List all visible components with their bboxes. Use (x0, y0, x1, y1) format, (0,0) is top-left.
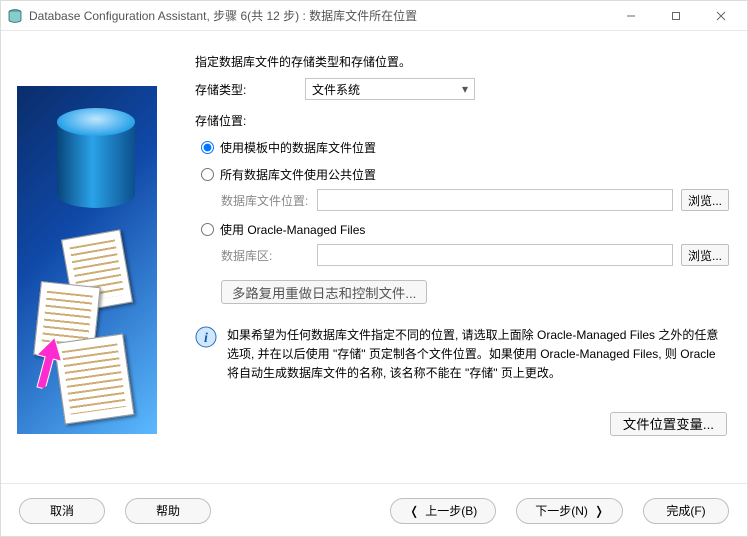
radio-omf-input[interactable] (201, 223, 214, 236)
next-button[interactable]: 下一步(N) ❭ (516, 498, 623, 524)
browse-db-area-button[interactable]: 浏览... (681, 244, 729, 266)
db-area-input (317, 244, 673, 266)
radio-use-template[interactable]: 使用模板中的数据库文件位置 (199, 139, 729, 156)
intro-text: 指定数据库文件的存储类型和存储位置。 (195, 53, 729, 70)
info-text: 如果希望为任何数据库文件指定不同的位置, 请选取上面除 Oracle-Manag… (227, 326, 729, 384)
wizard-footer: 取消 帮助 ❬ 上一步(B) 下一步(N) ❭ 完成(F) (1, 483, 747, 537)
radio-omf-label: 使用 Oracle-Managed Files (220, 221, 365, 238)
browse-db-file-location-button[interactable]: 浏览... (681, 189, 729, 211)
db-file-location-label: 数据库文件位置: (221, 192, 317, 209)
close-button[interactable] (698, 2, 743, 30)
help-button[interactable]: 帮助 (125, 498, 211, 524)
app-icon (7, 8, 23, 24)
minimize-button[interactable] (608, 2, 653, 30)
back-button[interactable]: ❬ 上一步(B) (390, 498, 496, 524)
radio-use-template-input[interactable] (201, 141, 214, 154)
cancel-button[interactable]: 取消 (19, 498, 105, 524)
finish-button[interactable]: 完成(F) (643, 498, 729, 524)
radio-common-location-input[interactable] (201, 168, 214, 181)
storage-type-select[interactable]: 文件系统 ▾ (305, 78, 475, 100)
storage-type-label: 存储类型: (195, 81, 305, 98)
window-title: Database Configuration Assistant, 步骤 6(共… (29, 7, 608, 24)
svg-text:i: i (204, 331, 208, 346)
multiplex-button: 多路复用重做日志和控制文件... (221, 280, 427, 304)
db-area-label: 数据库区: (221, 247, 317, 264)
storage-type-value: 文件系统 (312, 81, 360, 98)
title-bar: Database Configuration Assistant, 步骤 6(共… (1, 1, 747, 31)
file-location-variables-button[interactable]: 文件位置变量... (610, 412, 727, 436)
db-file-location-input (317, 189, 673, 211)
maximize-button[interactable] (653, 2, 698, 30)
back-button-label: 上一步(B) (425, 502, 477, 519)
radio-common-location[interactable]: 所有数据库文件使用公共位置 (199, 166, 729, 183)
storage-location-radio-group: 使用模板中的数据库文件位置 所有数据库文件使用公共位置 数据库文件位置: 浏览.… (199, 139, 729, 304)
wizard-illustration (17, 86, 157, 434)
next-button-label: 下一步(N) (535, 502, 588, 519)
radio-common-location-label: 所有数据库文件使用公共位置 (220, 166, 376, 183)
chevron-right-icon: ❭ (594, 504, 604, 518)
chevron-left-icon: ❬ (409, 504, 419, 518)
radio-omf[interactable]: 使用 Oracle-Managed Files (199, 221, 729, 238)
chevron-down-icon: ▾ (462, 82, 468, 96)
storage-location-label: 存储位置: (195, 112, 729, 129)
radio-use-template-label: 使用模板中的数据库文件位置 (220, 139, 376, 156)
wizard-illustration-panel (1, 31, 171, 483)
main-panel: 指定数据库文件的存储类型和存储位置。 存储类型: 文件系统 ▾ 存储位置: 使用… (171, 31, 747, 483)
info-icon: i (195, 326, 217, 348)
